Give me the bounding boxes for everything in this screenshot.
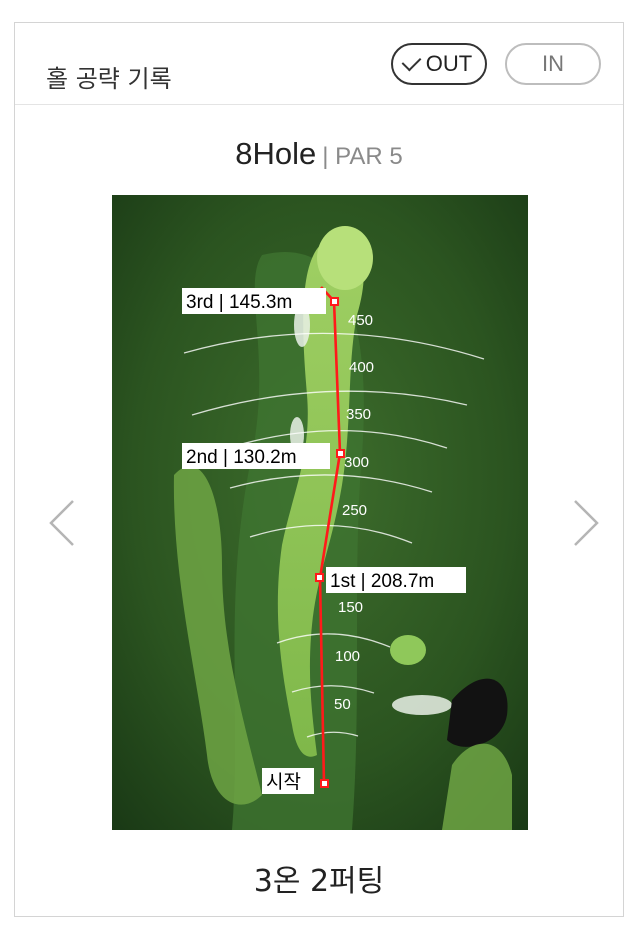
hole-par: | PAR 5 xyxy=(322,143,403,170)
hole-result: 3온 2퍼팅 xyxy=(253,864,385,899)
chevron-left-icon xyxy=(49,500,74,546)
distance-label-400: 400 xyxy=(349,359,374,376)
chevron-right-icon xyxy=(574,500,599,546)
shot-label-1st: 1st | 208.7m xyxy=(330,571,434,592)
hole-number: 8Hole xyxy=(235,136,317,171)
green-right xyxy=(390,635,426,665)
shot-marker-1st xyxy=(315,573,324,582)
hole-title: 8Hole | PAR 5 xyxy=(15,136,623,172)
distance-label-250: 250 xyxy=(342,502,367,519)
distance-label-350: 350 xyxy=(346,406,371,423)
hole-map: 450 400 350 300 250 150 100 50 3rd | 145… xyxy=(112,195,528,830)
shot-marker-3rd xyxy=(330,297,339,306)
shot-label-2nd: 2nd | 130.2m xyxy=(186,447,297,468)
page-title: 홀 공략 기록 xyxy=(46,65,172,93)
in-toggle-button[interactable]: IN xyxy=(505,43,601,85)
shot-marker-start xyxy=(320,779,329,788)
distance-label-100: 100 xyxy=(335,648,360,665)
card-header: 홀 공략 기록 OUT IN xyxy=(15,23,623,105)
bunker xyxy=(392,695,452,715)
next-hole-button[interactable] xyxy=(563,493,603,553)
distance-label-300: 300 xyxy=(344,454,369,471)
out-toggle-label: OUT xyxy=(425,51,473,76)
previous-hole-button[interactable] xyxy=(45,493,85,553)
check-icon xyxy=(401,51,422,71)
shot-label-start: 시작 xyxy=(266,771,301,793)
in-toggle-label: IN xyxy=(542,51,564,76)
distance-label-150: 150 xyxy=(338,599,363,616)
distance-label-50: 50 xyxy=(334,696,351,713)
shot-label-3rd: 3rd | 145.3m xyxy=(186,292,292,313)
hole-strategy-card: 홀 공략 기록 OUT IN 8Hole | PAR 5 450 400 350… xyxy=(14,22,624,917)
green-top xyxy=(317,226,373,290)
distance-label-450: 450 xyxy=(348,312,373,329)
out-toggle-button[interactable]: OUT xyxy=(391,43,487,85)
shot-marker-2nd xyxy=(336,449,345,458)
